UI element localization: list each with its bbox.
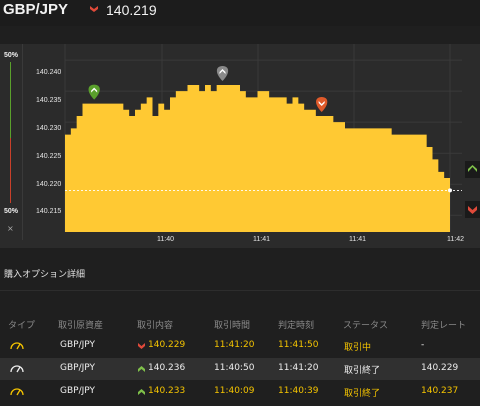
- trade-marker-neutral-icon: [216, 65, 229, 81]
- current-price-dot: [448, 188, 452, 193]
- row-trade-time: 11:40:50: [214, 363, 255, 373]
- currency-pair-title: GBP/JPY: [3, 1, 69, 18]
- price-area: [65, 84, 450, 232]
- direction-up-icon: [138, 389, 145, 395]
- type-gauge-icon: [10, 365, 24, 373]
- y-tick-label: 140.235: [36, 97, 62, 104]
- arrow-down-icon: [468, 206, 477, 214]
- x-tick-label: 11:41: [253, 236, 270, 243]
- y-tick-label: 140.230: [36, 125, 62, 132]
- table-row[interactable]: GBP/JPY 140.229 11:41:20 11:41:50 取引中 -: [0, 335, 480, 357]
- row-content: 140.233: [148, 386, 186, 396]
- row-content: 140.236: [148, 363, 186, 373]
- column-header-content: 取引内容: [137, 321, 174, 331]
- column-header-asset: 取引原資産: [58, 321, 104, 331]
- row-content: 140.229: [148, 340, 186, 350]
- row-asset: GBP/JPY: [60, 340, 95, 350]
- header-bar: [0, 0, 480, 26]
- row-judge-time: 11:40:39: [278, 386, 319, 396]
- row-judge-time: 11:41:50: [278, 340, 319, 350]
- buy-low-button[interactable]: [465, 201, 480, 218]
- y-tick-label: 140.220: [36, 181, 62, 188]
- x-tick-label: 11:41: [349, 236, 366, 243]
- row-status: 取引終了: [344, 366, 381, 376]
- price-chart: [64, 44, 462, 232]
- direction-down-icon: [138, 343, 145, 349]
- divider: [0, 290, 480, 291]
- direction-down-icon: [90, 6, 98, 12]
- column-header-judge-rate: 判定レート: [421, 321, 467, 331]
- row-asset: GBP/JPY: [60, 386, 95, 396]
- y-tick-label: 140.225: [36, 153, 62, 160]
- x-tick-label: 11:40: [157, 236, 174, 243]
- row-asset: GBP/JPY: [60, 363, 95, 373]
- column-header-status: ステータス: [343, 321, 389, 331]
- trade-marker-up-icon: [88, 84, 100, 100]
- current-rate: 140.219: [106, 2, 157, 18]
- x-tick-label: 11:42: [447, 236, 464, 243]
- row-judge-rate: 140.229: [421, 363, 459, 373]
- column-header-type: タイプ: [8, 321, 36, 331]
- row-judge-rate: 140.237: [421, 386, 459, 396]
- table-row[interactable]: GBP/JPY 140.233 11:40:09 11:40:39 取引終了 1…: [0, 381, 480, 403]
- column-header-judge-time: 判定時刻: [278, 321, 315, 331]
- row-trade-time: 11:41:20: [214, 340, 255, 350]
- row-judge-time: 11:41:20: [278, 363, 319, 373]
- table-row[interactable]: GBP/JPY 140.236 11:40:50 11:41:20 取引終了 1…: [0, 358, 480, 380]
- arrow-up-icon: [468, 165, 477, 172]
- y-tick-label: 140.240: [36, 69, 62, 76]
- column-header-trade-time: 取引時間: [214, 321, 251, 331]
- row-status: 取引終了: [344, 389, 381, 399]
- type-gauge-icon: [10, 388, 24, 396]
- row-trade-time: 11:40:09: [214, 386, 255, 396]
- y-tick-label: 140.215: [36, 208, 62, 215]
- row-status: 取引中: [344, 343, 372, 353]
- trade-marker-down-icon: [316, 96, 328, 112]
- buy-high-button[interactable]: [465, 161, 480, 178]
- row-judge-rate: -: [421, 340, 425, 350]
- section-title: 購入オプション詳細: [4, 270, 86, 280]
- direction-up-icon: [138, 366, 145, 372]
- type-gauge-icon: [10, 342, 24, 350]
